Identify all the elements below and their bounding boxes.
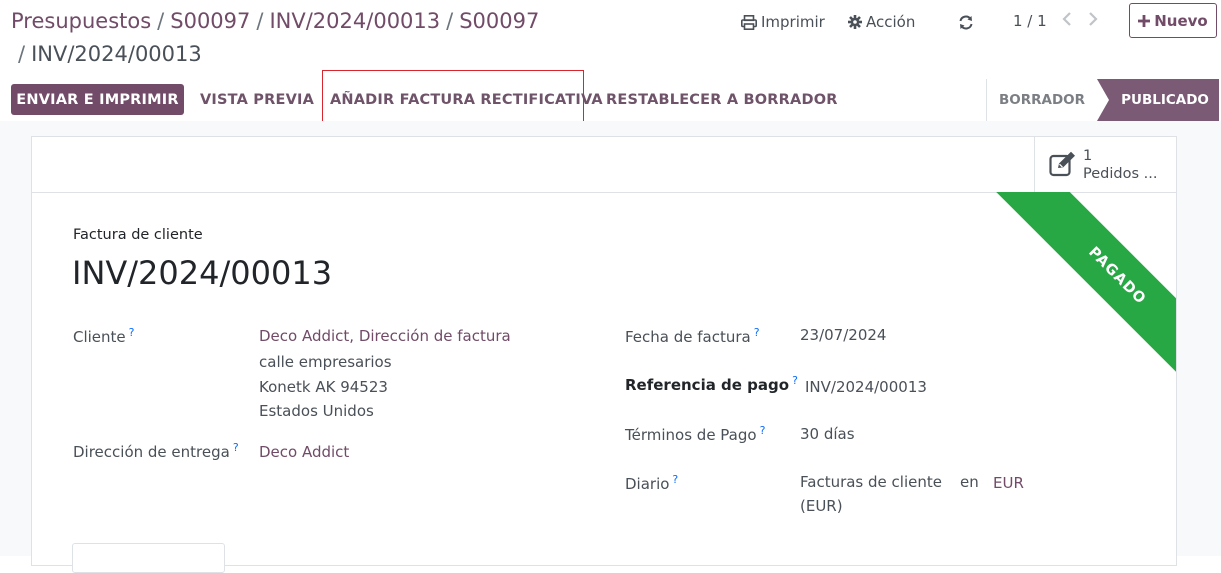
breadcrumb-separator: /	[446, 9, 454, 33]
journal-label-text: Diario	[625, 475, 670, 493]
currency-value[interactable]: EUR	[993, 474, 1024, 492]
control-panel: Presupuestos / S00097/INV/2024/00013/S0009…	[0, 0, 1221, 80]
breadcrumb-item-invoice[interactable]: INV/2024/00013	[269, 9, 440, 33]
button-box: 1 Pedidos ...	[32, 137, 1176, 193]
invoice-number: INV/2024/00013	[72, 254, 333, 292]
invoice-date-label: Fecha de factura?	[625, 326, 760, 346]
journal-label: Diario?	[625, 473, 678, 493]
pager-value[interactable]: 1 / 1	[1013, 12, 1047, 30]
paid-ribbon-label: PAGADO	[985, 192, 1176, 382]
print-icon	[741, 14, 757, 30]
breadcrumb-separator: /	[18, 42, 26, 66]
action-label: Acción	[866, 13, 916, 31]
breadcrumb-item-order-2[interactable]: S00097	[459, 9, 539, 33]
refresh-button[interactable]	[958, 12, 974, 32]
customer-address-line-1[interactable]: Deco Addict, Dirección de factura	[259, 324, 511, 349]
refresh-icon	[959, 15, 973, 29]
invoice-type-label: Factura de cliente	[73, 227, 203, 243]
help-icon[interactable]: ?	[760, 424, 766, 437]
print-button[interactable]: Imprimir	[741, 12, 825, 32]
chevron-right-icon	[1089, 12, 1098, 26]
gear-icon	[848, 15, 862, 29]
payment-reference-label: Referencia de pago?	[625, 374, 798, 394]
customer-address-line-4: Estados Unidos	[259, 402, 374, 420]
send-print-button[interactable]: ENVIAR E IMPRIMIR	[11, 84, 184, 115]
chevron-left-icon	[1062, 12, 1071, 26]
help-icon[interactable]: ?	[672, 473, 678, 486]
payment-terms-value[interactable]: 30 días	[800, 425, 855, 443]
invoice-date-value[interactable]: 23/07/2024	[800, 326, 886, 344]
stage-posted[interactable]: PUBLICADO	[1097, 79, 1219, 121]
payment-reference-label-text: Referencia de pago	[625, 376, 790, 394]
customer-label: Cliente?	[73, 326, 135, 346]
preview-button[interactable]: VISTA PREVIA	[190, 84, 324, 115]
customer-address-line-2: calle empresarios	[259, 353, 392, 371]
journal-in-label: en	[960, 473, 979, 491]
breadcrumb-item-quotations[interactable]: Presupuestos	[11, 9, 151, 33]
invoice-date-label-text: Fecha de factura	[625, 328, 751, 346]
status-stages: BORRADOR PUBLICADO	[986, 79, 1219, 121]
breadcrumb-separator: /	[256, 9, 264, 33]
print-label: Imprimir	[761, 13, 825, 31]
breadcrumb: Presupuestos / S00097/INV/2024/00013/S0009…	[11, 5, 571, 71]
journal-value-currency: (EUR)	[800, 497, 843, 515]
breadcrumb-current: INV/2024/00013	[31, 42, 202, 66]
paid-ribbon: PAGADO	[972, 192, 1176, 382]
highlight-box	[322, 70, 584, 126]
stage-posted-label: PUBLICADO	[1121, 92, 1209, 108]
sale-orders-smart-button[interactable]: 1 Pedidos ...	[1034, 137, 1176, 192]
pager-next[interactable]	[1088, 12, 1098, 30]
help-icon[interactable]: ?	[129, 326, 135, 339]
reset-to-draft-button[interactable]: RESTABLECER A BORRADOR	[596, 84, 848, 115]
invoice-sheet: 1 Pedidos ... PAGADO Factura de cliente …	[31, 136, 1177, 566]
delivery-label-text: Dirección de entrega	[73, 443, 230, 461]
payment-terms-label-text: Términos de Pago	[625, 426, 757, 444]
new-label: Nuevo	[1154, 11, 1208, 30]
customer-label-text: Cliente	[73, 328, 126, 346]
smart-button-label: Pedidos ...	[1083, 166, 1158, 182]
smart-button-count: 1	[1083, 148, 1093, 164]
help-icon[interactable]: ?	[754, 326, 760, 339]
help-icon[interactable]: ?	[233, 441, 239, 454]
payment-terms-label: Términos de Pago?	[625, 424, 765, 444]
help-icon[interactable]: ?	[792, 374, 798, 387]
breadcrumb-separator: /	[157, 9, 165, 33]
partially-visible-button[interactable]	[72, 543, 225, 573]
action-button[interactable]: Acción	[848, 12, 915, 32]
journal-value[interactable]: Facturas de cliente	[800, 473, 942, 491]
breadcrumb-item-order[interactable]: S00097	[170, 9, 250, 33]
pager-previous[interactable]	[1062, 12, 1072, 30]
customer-address-line-3: Konetk AK 94523	[259, 378, 388, 396]
delivery-address-label: Dirección de entrega?	[73, 441, 239, 461]
payment-reference-value[interactable]: INV/2024/00013	[805, 378, 927, 396]
status-bar: ENVIAR E IMPRIMIR VISTA PREVIA AÑADIR FA…	[0, 79, 1221, 122]
delivery-address-value[interactable]: Deco Addict	[259, 443, 349, 461]
edit-icon	[1049, 151, 1075, 177]
plus-icon	[1138, 14, 1151, 27]
stage-draft[interactable]: BORRADOR	[986, 79, 1097, 121]
new-button[interactable]: Nuevo	[1129, 3, 1217, 38]
